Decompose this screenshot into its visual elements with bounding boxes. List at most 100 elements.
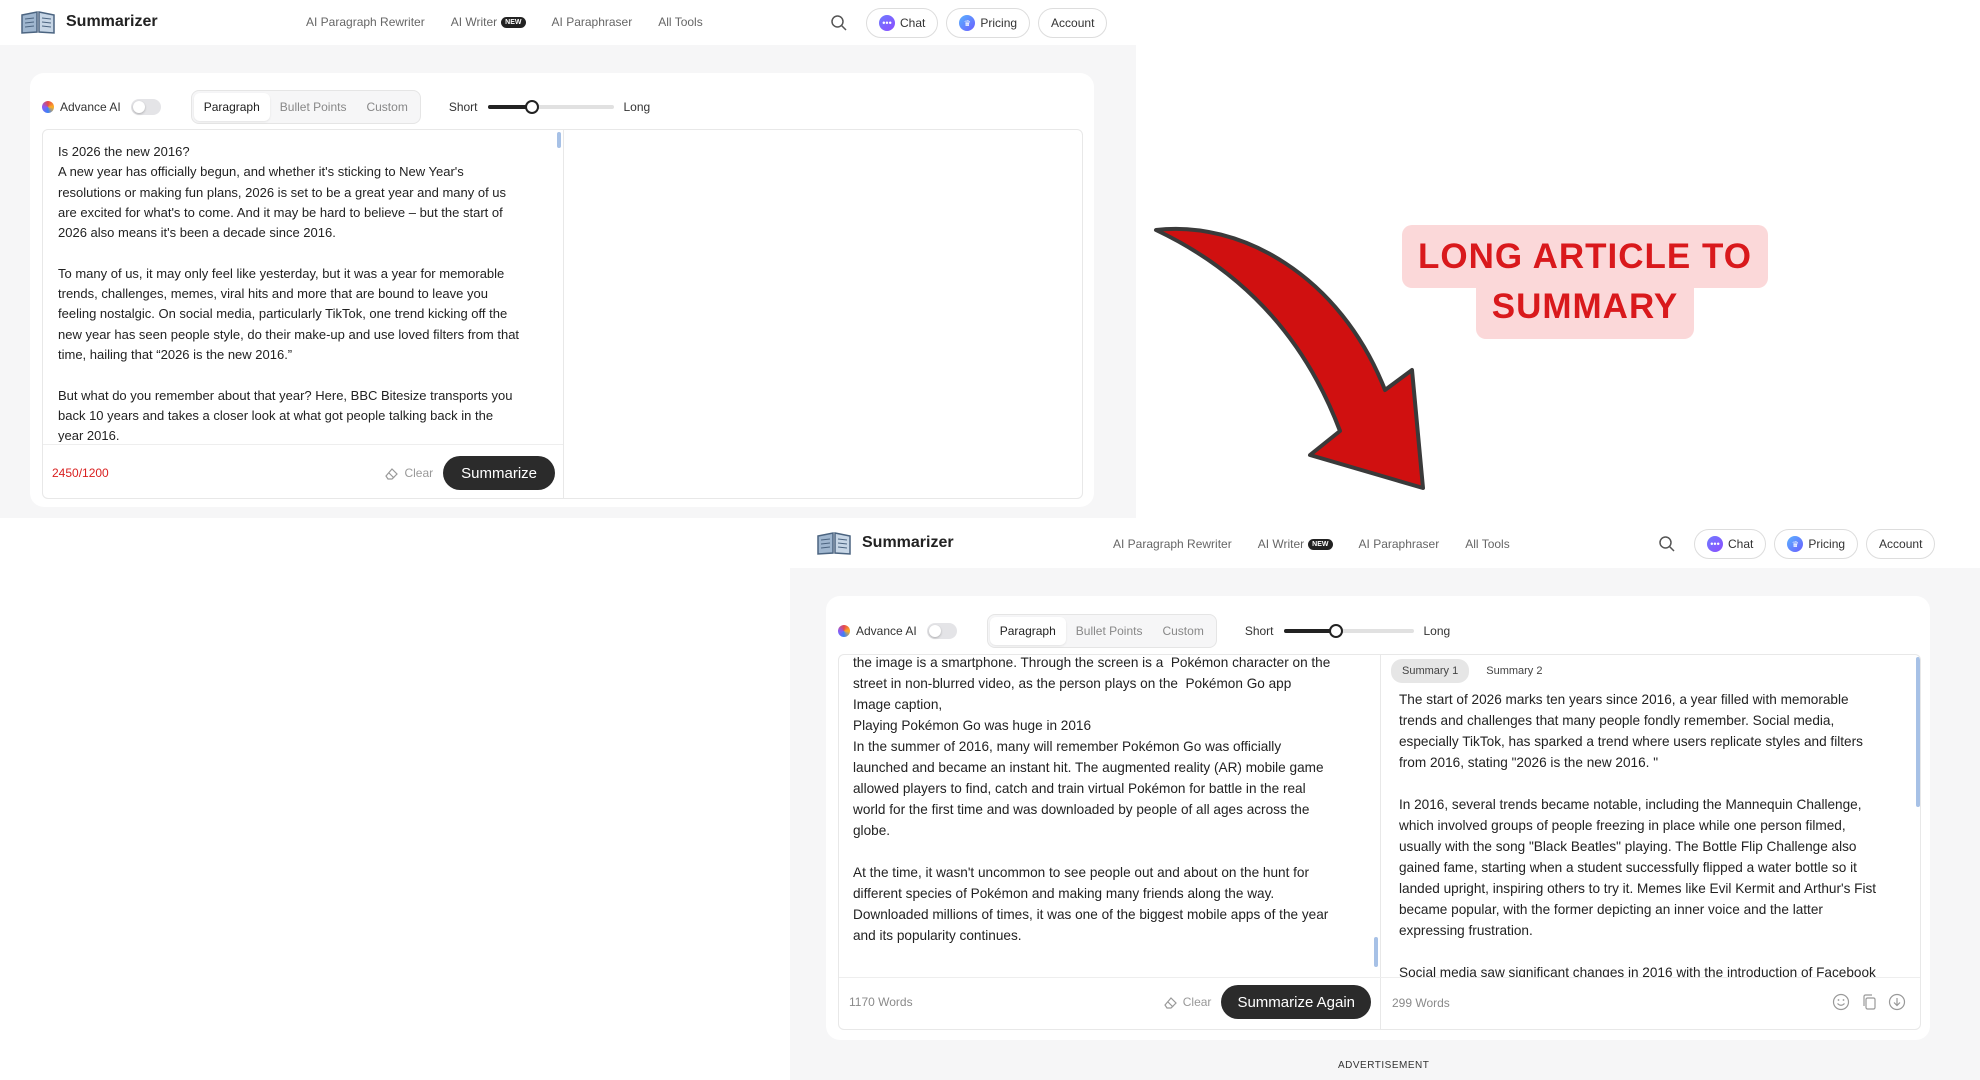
input-scrollbar[interactable]	[557, 132, 561, 148]
advance-ai: Advance AI	[838, 623, 957, 639]
length-control: Short Long	[449, 100, 650, 114]
book-logo-icon	[21, 11, 55, 34]
brand-name: Summarizer	[66, 13, 158, 30]
account-button[interactable]: Account	[1038, 8, 1108, 38]
length-slider[interactable]	[1283, 624, 1414, 638]
nav-links: AI Paragraph Rewriter AI Writer NEW AI Pa…	[1113, 537, 1510, 551]
red-arrow-icon	[1154, 226, 1425, 490]
slider-knob[interactable]	[524, 100, 539, 114]
options-toolbar: Advance AI Paragraph Bullet Points Custo…	[838, 614, 1450, 648]
new-badge: NEW	[501, 16, 526, 28]
search-icon[interactable]	[1658, 535, 1676, 553]
book-logo-icon	[817, 532, 851, 555]
short-label: Short	[448, 100, 478, 114]
advance-ai-icon	[838, 625, 850, 637]
chat-button[interactable]: ••• Chat	[866, 8, 939, 38]
summary-tab-2[interactable]: Summary 2	[1475, 659, 1553, 683]
pricing-button[interactable]: ♛ Pricing	[946, 8, 1031, 38]
clear-label: Clear	[1182, 995, 1212, 1009]
length-slider[interactable]	[487, 100, 614, 114]
editor-panels: Is 2026 the new 2016? A new year has off…	[42, 129, 1083, 499]
eraser-icon	[385, 467, 399, 480]
crown-icon: ♛	[1787, 536, 1804, 552]
nav-link-paragraph-rewriter[interactable]: AI Paragraph Rewriter	[1113, 537, 1232, 551]
mode-paragraph[interactable]: Paragraph	[193, 93, 270, 121]
nav-link-ai-writer[interactable]: AI Writer NEW	[451, 15, 526, 29]
summarize-button[interactable]: Summarize	[443, 456, 555, 490]
mode-tabs: Paragraph Bullet Points Custom	[190, 90, 421, 124]
advertisement-label: ADVERTISEMENT	[1338, 1060, 1430, 1071]
account-button[interactable]: Account	[1866, 529, 1936, 559]
advance-ai-icon	[42, 101, 54, 113]
eraser-icon	[1163, 996, 1177, 1009]
copy-icon[interactable]	[1860, 993, 1878, 1011]
input-bottom-bar: 2450/1200 Clear Summarize	[52, 455, 555, 491]
brand-name: Summarizer	[862, 534, 954, 551]
emoji-feedback-icon[interactable]	[1832, 993, 1850, 1011]
nav-link-paragraph-rewriter[interactable]: AI Paragraph Rewriter	[306, 15, 425, 29]
long-label: Long	[623, 100, 651, 114]
pricing-button[interactable]: ♛ Pricing	[1774, 529, 1859, 559]
chat-icon: •••	[879, 15, 895, 31]
callout-line-2: SUMMARY	[1476, 275, 1694, 339]
input-scrollbar[interactable]	[1374, 937, 1378, 967]
slider-fill	[1283, 629, 1336, 633]
logo[interactable]: Summarizer	[20, 9, 158, 35]
bottom-divider	[43, 444, 563, 445]
options-toolbar: Advance AI Paragraph Bullet Points Custo…	[42, 90, 650, 124]
chat-button[interactable]: ••• Chat	[1694, 529, 1767, 559]
nav-link-ai-writer[interactable]: AI Writer NEW	[1258, 537, 1333, 551]
logo[interactable]: Summarizer	[816, 530, 954, 556]
word-count: 1170 Words	[849, 995, 913, 1009]
length-control: Short Long	[1245, 624, 1450, 638]
nav-link-label: AI Writer	[450, 15, 498, 29]
mode-bullet-points[interactable]: Bullet Points	[270, 93, 357, 121]
input-textarea[interactable]: the image is a smartphone. Through the s…	[853, 655, 1375, 962]
clear-button[interactable]: Clear	[384, 466, 433, 480]
short-label: Short	[1244, 624, 1274, 638]
new-badge: NEW	[1308, 538, 1333, 550]
editor-panels: the image is a smartphone. Through the s…	[838, 654, 1921, 1030]
screenshot-after: Summarizer AI Paragraph Rewriter AI Writ…	[790, 520, 1980, 1080]
nav-link-paraphraser[interactable]: AI Paraphraser	[552, 15, 633, 29]
output-actions	[1832, 993, 1906, 1011]
mode-custom[interactable]: Custom	[356, 93, 417, 121]
advance-ai-toggle[interactable]	[926, 623, 957, 639]
clear-label: Clear	[404, 466, 434, 480]
download-icon[interactable]	[1888, 993, 1906, 1011]
mode-paragraph[interactable]: Paragraph	[989, 617, 1066, 645]
advance-ai-label: Advance AI	[856, 624, 917, 638]
summary-word-count: 299 Words	[1392, 996, 1450, 1010]
advance-ai-toggle[interactable]	[130, 99, 161, 115]
mode-tabs: Paragraph Bullet Points Custom	[986, 614, 1217, 648]
screenshot-before: Summarizer AI Paragraph Rewriter AI Writ…	[0, 0, 1136, 518]
summary-tab-1[interactable]: Summary 1	[1391, 659, 1470, 683]
mode-bullet-points[interactable]: Bullet Points	[1066, 617, 1153, 645]
nav-link-paraphraser[interactable]: AI Paraphraser	[1359, 537, 1440, 551]
chat-icon: •••	[1707, 536, 1723, 552]
pricing-label: Pricing	[1808, 537, 1846, 551]
char-count: 2450/1200	[52, 466, 109, 480]
advance-ai: Advance AI	[42, 99, 161, 115]
mode-custom[interactable]: Custom	[1152, 617, 1213, 645]
summarize-again-button[interactable]: Summarize Again	[1221, 985, 1371, 1019]
summarizer-card: Advance AI Paragraph Bullet Points Custo…	[826, 596, 1930, 1040]
nav-link-all-tools[interactable]: All Tools	[1465, 537, 1509, 551]
crown-icon: ♛	[959, 15, 976, 31]
summarizer-card: Advance AI Paragraph Bullet Points Custo…	[30, 73, 1094, 507]
panel-divider	[1380, 655, 1381, 1029]
slider-knob[interactable]	[1328, 624, 1343, 638]
top-nav: Summarizer AI Paragraph Rewriter AI Writ…	[790, 520, 1980, 568]
nav-right: ••• Chat ♛ Pricing Account	[830, 8, 1108, 38]
nav-link-label: AI Writer	[1257, 537, 1305, 551]
input-textarea[interactable]: Is 2026 the new 2016? A new year has off…	[58, 142, 556, 442]
input-bottom-bar: 1170 Words Clear Summarize Again	[849, 983, 1371, 1021]
panel-divider	[563, 130, 564, 498]
advance-ai-label: Advance AI	[60, 100, 121, 114]
search-icon[interactable]	[830, 14, 848, 32]
summary-scrollbar[interactable]	[1916, 657, 1920, 807]
summary-tabs: Summary 1 Summary 2	[1391, 659, 1554, 683]
clear-button[interactable]: Clear	[1163, 995, 1212, 1009]
bottom-divider	[839, 977, 1920, 978]
nav-link-all-tools[interactable]: All Tools	[658, 15, 702, 29]
